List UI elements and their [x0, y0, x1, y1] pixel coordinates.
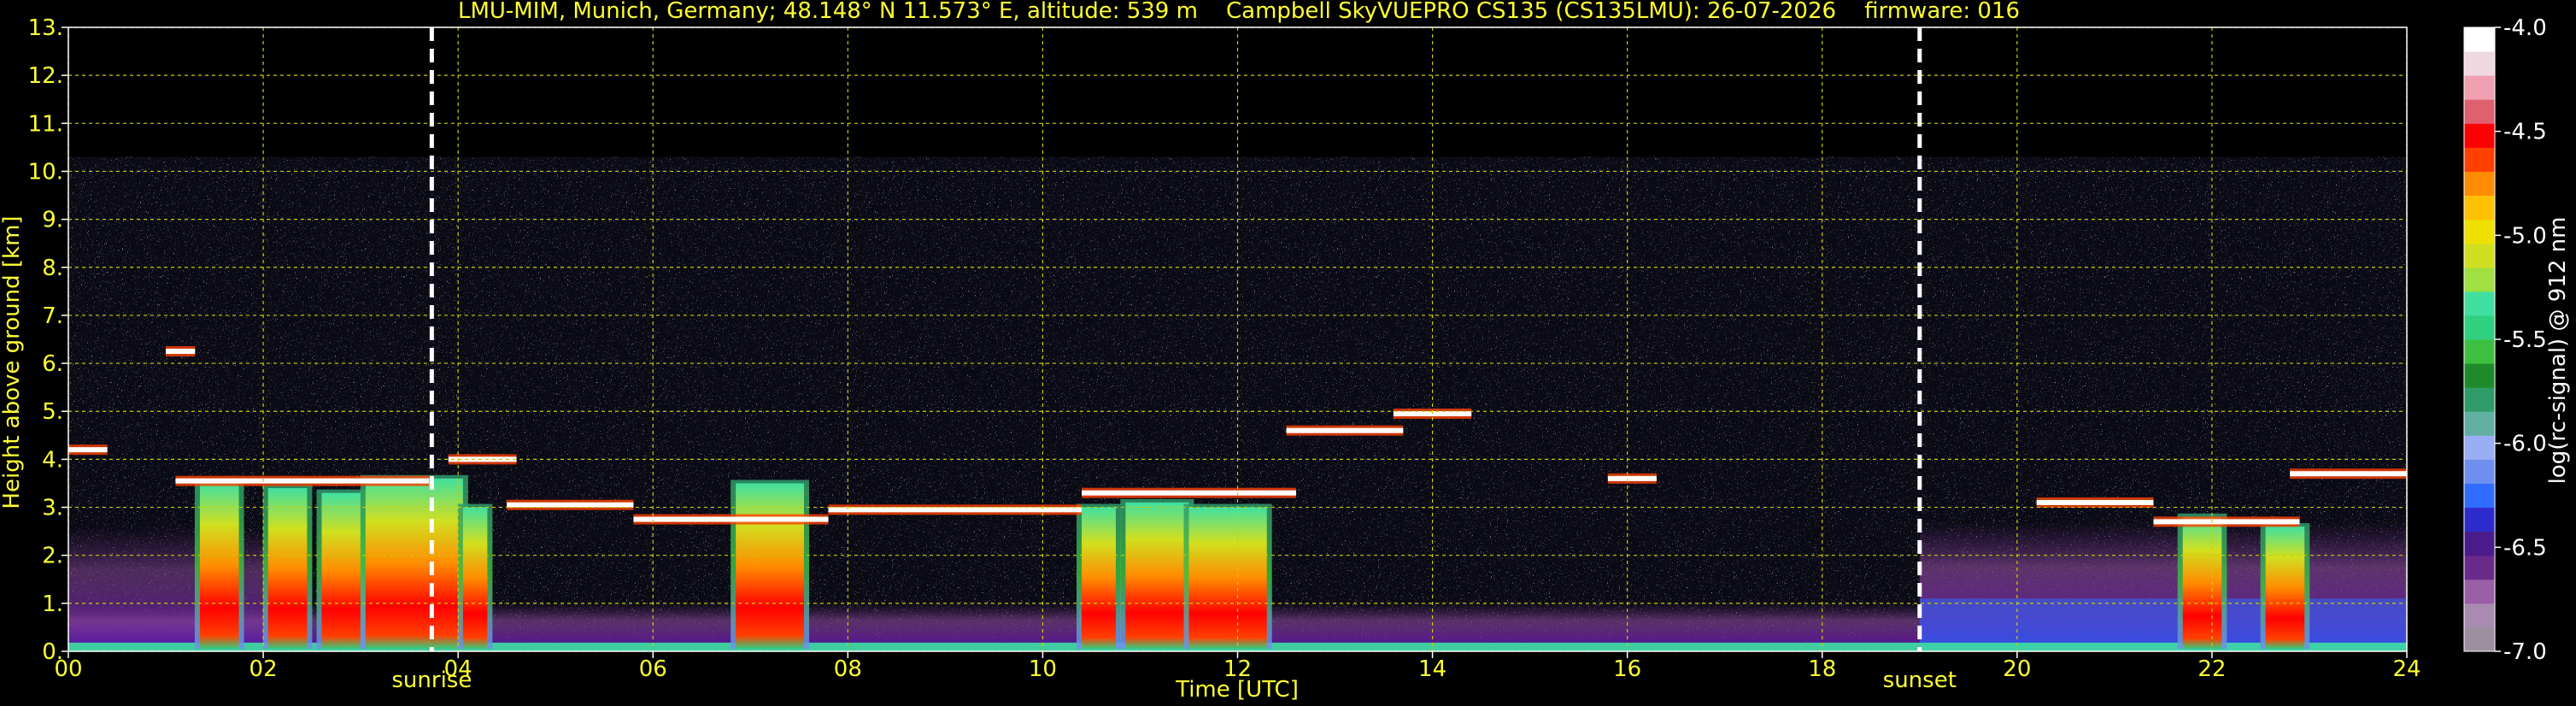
- colorbar-swatch-6: [2464, 483, 2495, 509]
- cloud-base-7: [1082, 490, 1296, 496]
- colorbar-swatch-17: [2464, 219, 2495, 244]
- cloud-base-5: [633, 516, 829, 522]
- colorbar-swatch-12: [2464, 339, 2495, 364]
- colorbar-swatch-8: [2464, 435, 2495, 460]
- x-tick-label-9: 18: [1808, 656, 1836, 682]
- colorbar-tick-label-0: -4.0: [2503, 15, 2547, 41]
- colorbar-label: log(rc-signal) @ 912 nm: [2545, 217, 2571, 485]
- y-tick-label-13: 13.: [28, 15, 63, 41]
- x-tick-label-12: 24: [2392, 656, 2421, 682]
- colorbar-swatch-5: [2464, 507, 2495, 532]
- cloud-base-6: [828, 507, 1083, 513]
- colorbar-tick-label-2: -5.0: [2503, 223, 2547, 249]
- x-tick-label-11: 22: [2198, 656, 2226, 682]
- colorbar-tick-label-1: -4.5: [2503, 120, 2547, 145]
- colorbar-swatch-0: [2464, 627, 2495, 652]
- x-tick-label-5: 10: [1029, 656, 1057, 682]
- precip-band-2: [321, 492, 361, 650]
- y-tick-label-10: 10.: [28, 159, 63, 185]
- cloud-base-12: [2153, 519, 2300, 525]
- colorbar-swatch-14: [2464, 291, 2495, 316]
- y-axis-label: Height above ground [km]: [0, 215, 25, 509]
- colorbar-swatch-10: [2464, 387, 2495, 412]
- x-tick-label-3: 06: [639, 656, 667, 682]
- colorbar-swatch-4: [2464, 531, 2495, 556]
- precip-band-10: [2265, 527, 2305, 650]
- colorbar-swatch-19: [2464, 171, 2495, 197]
- colorbar-tick-label-6: -7.0: [2503, 639, 2547, 665]
- cloud-base-10: [1607, 475, 1657, 481]
- y-tick-label-3: 3.: [42, 496, 63, 521]
- ceilometer-chart: LMU-MIM, Munich, Germany; 48.148° N 11.5…: [0, 0, 2571, 703]
- y-tick-label-4: 4.: [42, 447, 63, 473]
- y-tick-label-8: 8.: [42, 256, 63, 281]
- colorbar-swatch-2: [2464, 579, 2495, 604]
- precip-band-6: [1082, 507, 1116, 650]
- cloud-base-0: [68, 447, 108, 453]
- y-tick-label-2: 2.: [42, 544, 63, 569]
- cloud-base-8: [1286, 427, 1404, 433]
- precip-band-3: [365, 478, 463, 650]
- colorbar-swatch-7: [2464, 459, 2495, 484]
- colorbar-swatch-25: [2464, 27, 2495, 52]
- x-tick-label-8: 16: [1613, 656, 1641, 682]
- y-tick-label-11: 11.: [28, 111, 63, 137]
- y-tick-label-9: 9.: [42, 208, 63, 233]
- colorbar-swatch-13: [2464, 315, 2495, 340]
- x-axis-label: Time [UTC]: [1175, 677, 1299, 703]
- colorbar-swatch-23: [2464, 75, 2495, 100]
- colorbar-swatch-22: [2464, 99, 2495, 124]
- colorbar-tick-label-3: -5.5: [2503, 327, 2547, 353]
- colorbar-swatch-21: [2464, 123, 2495, 148]
- precip-band-0: [199, 483, 239, 650]
- precip-band-4: [462, 507, 488, 650]
- x-tick-label-4: 08: [834, 656, 862, 682]
- cloud-base-2: [175, 478, 429, 484]
- x-tick-label-10: 20: [2003, 656, 2031, 682]
- cloud-base-11: [2036, 499, 2154, 505]
- annotation-label-1: sunset: [1883, 668, 1957, 693]
- colorbar-swatch-11: [2464, 363, 2495, 388]
- cloud-base-1: [166, 349, 196, 355]
- colorbar-tick-label-4: -6.0: [2503, 432, 2547, 457]
- cloud-base-4: [507, 502, 634, 508]
- y-tick-label-6: 6.: [42, 351, 63, 377]
- y-tick-label-0: 0.: [42, 639, 63, 665]
- colorbar-swatch-9: [2464, 411, 2495, 436]
- y-tick-label-12: 12.: [28, 63, 63, 89]
- y-tick-label-7: 7.: [42, 303, 63, 329]
- x-tick-label-2: 04: [444, 656, 472, 682]
- colorbar-swatch-20: [2464, 147, 2495, 172]
- colorbar: -4.0 -4.5 -5.0 -5.5 -6.0 -6.5 -7.0: [2463, 15, 2547, 665]
- colorbar-tick-label-5: -6.5: [2503, 535, 2547, 561]
- precip-band-1: [267, 488, 308, 650]
- colorbar-swatch-18: [2464, 195, 2495, 221]
- precip-band-5: [736, 483, 805, 650]
- plot-area: [68, 27, 2407, 651]
- cloud-base-13: [2290, 471, 2407, 477]
- x-tick-label-1: 02: [249, 656, 278, 682]
- precip-band-8: [1188, 507, 1267, 650]
- precip-band-7: [1125, 502, 1189, 650]
- colorbar-swatch-24: [2464, 51, 2495, 76]
- y-tick-label-1: 1.: [42, 591, 63, 617]
- colorbar-swatch-1: [2464, 603, 2495, 628]
- x-tick-label-7: 14: [1418, 656, 1446, 682]
- colorbar-swatch-3: [2464, 555, 2495, 580]
- precip-band-9: [2182, 516, 2222, 650]
- colorbar-swatch-15: [2464, 267, 2495, 292]
- colorbar-swatch-16: [2464, 243, 2495, 268]
- chart-title: LMU-MIM, Munich, Germany; 48.148° N 11.5…: [458, 0, 2020, 24]
- y-tick-label-5: 5.: [42, 399, 63, 425]
